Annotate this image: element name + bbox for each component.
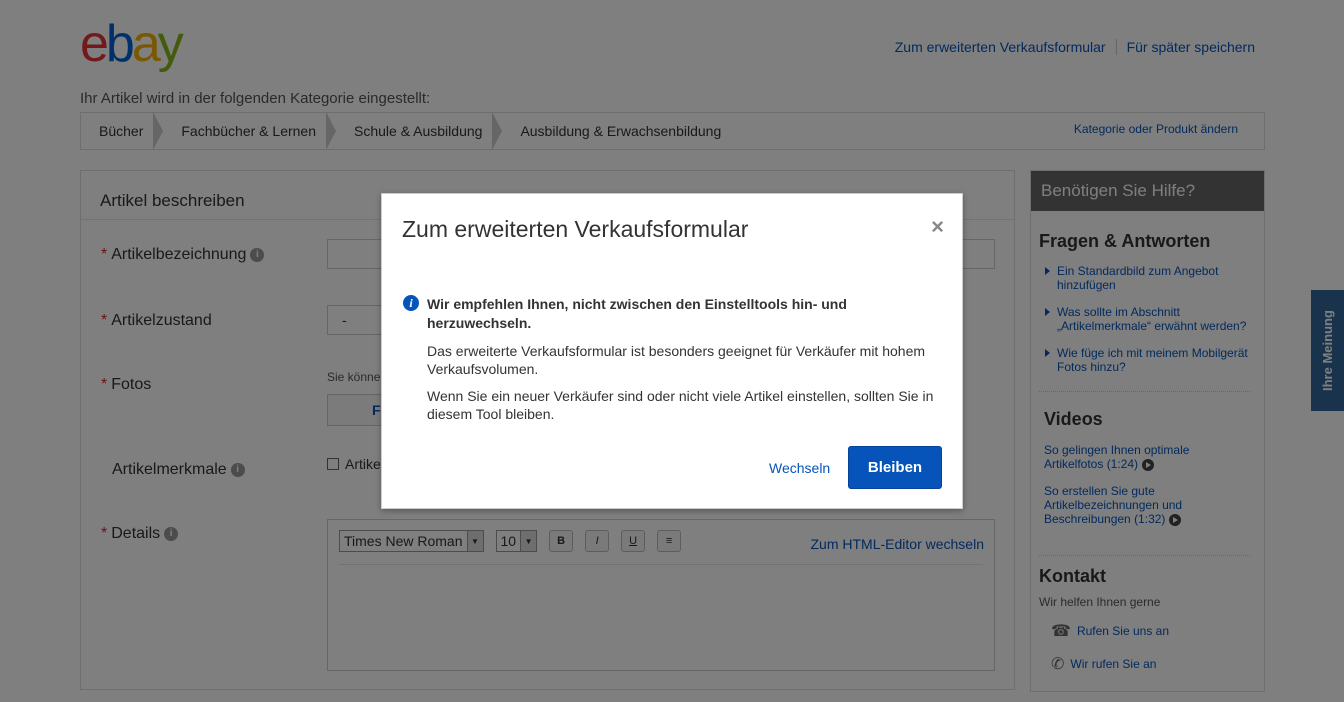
dialog-paragraph: Das erweiterte Verkaufsformular ist beso… (427, 343, 926, 377)
switch-form-dialog: Zum erweiterten Verkaufsformular × i Wir… (381, 193, 963, 509)
dialog-paragraph: Wenn Sie ein neuer Verkäufer sind oder n… (427, 388, 934, 422)
switch-button[interactable]: Wechseln (769, 460, 830, 476)
dialog-title: Zum erweiterten Verkaufsformular (402, 216, 749, 242)
dialog-recommendation: Wir empfehlen Ihnen, nicht zwischen den … (427, 296, 847, 331)
stay-button[interactable]: Bleiben (848, 446, 942, 489)
close-icon[interactable]: × (931, 214, 944, 240)
info-icon: i (403, 295, 419, 311)
page: ebay Zum erweiterten Verkaufsformular Fü… (0, 0, 1344, 702)
